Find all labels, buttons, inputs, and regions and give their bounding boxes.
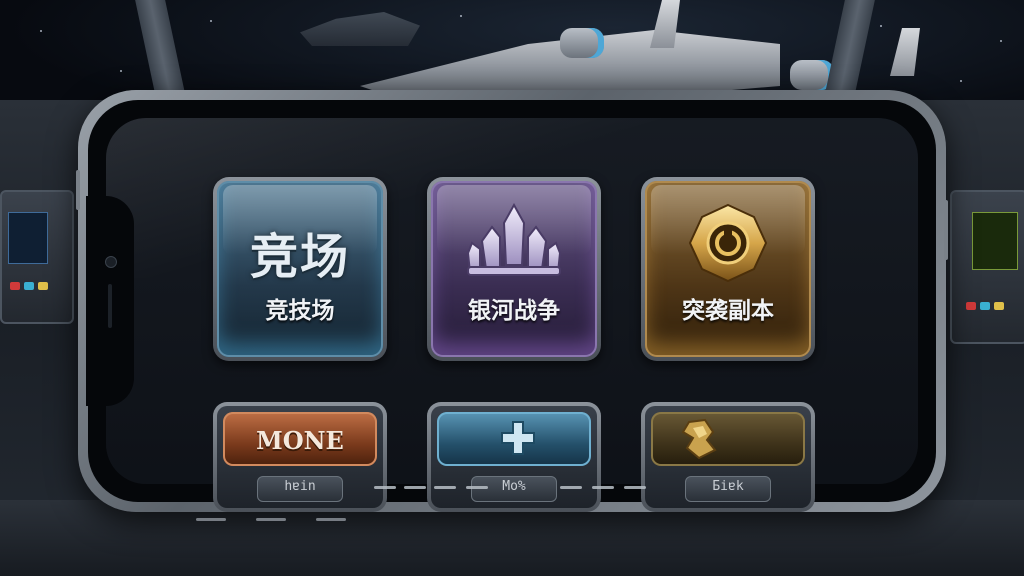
dash-segment — [592, 486, 614, 489]
arena-tile[interactable]: 竞场 竞技场 — [213, 177, 387, 361]
gold-tile-face: Ƃiɐk — [645, 406, 811, 508]
screen-glare — [106, 118, 733, 278]
gold-shard-icon — [681, 418, 717, 460]
add-banner — [437, 412, 591, 466]
dash-segment — [434, 486, 456, 489]
edge-dash — [316, 518, 346, 521]
earpiece-speaker — [108, 284, 112, 328]
mone-tile-face: MONE hɐin — [217, 406, 383, 508]
galaxy-war-tile[interactable]: 银河战争 — [427, 177, 601, 361]
crystal-crown-icon — [466, 203, 562, 276]
plus-cross-icon — [501, 421, 535, 455]
volume-button — [76, 170, 80, 210]
dash-segment — [404, 486, 426, 489]
dash-segment — [560, 486, 582, 489]
raid-dungeon-label: 突袭副本 — [682, 298, 774, 324]
arena-emblem-text: 竞场 — [249, 229, 350, 285]
gold-sub-label: Ƃiɐk — [712, 479, 744, 494]
add-tile-face: Mo% — [431, 406, 597, 508]
dash-segment — [374, 486, 396, 489]
mone-tile[interactable]: MONE hɐin — [213, 402, 387, 512]
starship-engine — [560, 28, 604, 58]
add-tile[interactable]: Mo% — [427, 402, 601, 512]
gold-banner — [651, 412, 805, 466]
galaxy-war-label: 银河战争 — [468, 298, 560, 324]
gold-tile[interactable]: Ƃiɐk — [641, 402, 815, 512]
right-console — [950, 190, 1024, 344]
mone-banner: MONE — [223, 412, 377, 466]
edge-dash — [196, 518, 226, 521]
raid-dungeon-tile[interactable]: 突袭副本 — [641, 177, 815, 361]
dash-segment — [624, 486, 646, 489]
arena-label: 竞技场 — [265, 298, 335, 324]
galaxy-war-tile-face: 银河战争 — [431, 181, 597, 357]
power-button — [944, 200, 948, 260]
edge-dash — [256, 518, 286, 521]
raid-dungeon-tile-face: 突袭副本 — [645, 181, 811, 357]
arena-tile-face: 竞场 竞技场 — [217, 181, 383, 357]
golden-shield-icon — [688, 203, 768, 283]
front-camera-icon — [105, 256, 117, 268]
mone-title: MONE — [256, 426, 344, 455]
dash-segment — [466, 486, 488, 489]
mone-sub-label: hɐin — [284, 479, 316, 494]
left-console — [0, 190, 74, 324]
